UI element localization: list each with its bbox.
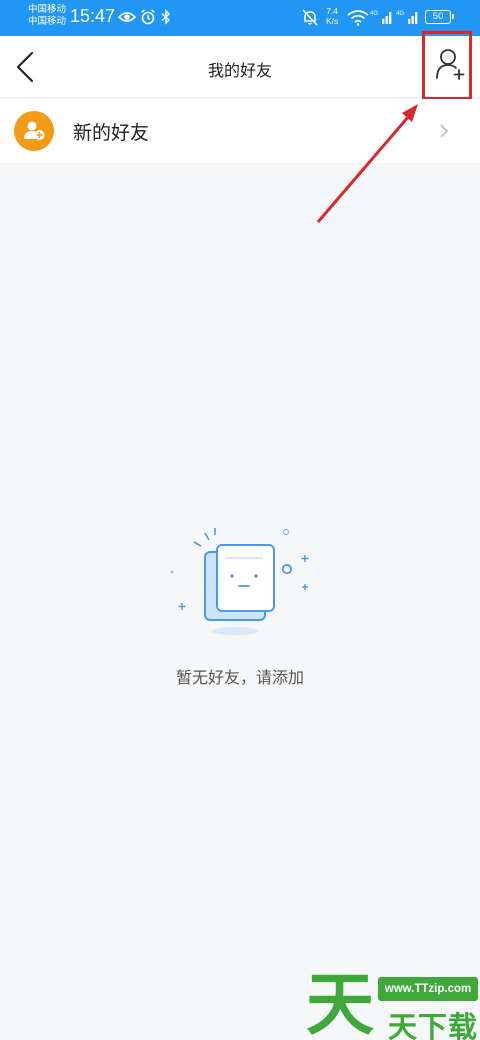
network-speed-value: 7.4 <box>326 6 339 16</box>
carrier-2: 中国移动 <box>28 16 67 27</box>
new-friend-icon <box>14 111 54 151</box>
network-speed: 7.4 K/s <box>326 6 338 26</box>
status-bar: 中国移动 中国移动 15:47 7.4 K/s 4G 4G 50 <box>0 0 480 36</box>
watermark-logo-char: 天 <box>306 966 374 1038</box>
new-friends-item[interactable]: 新的好友 <box>0 99 480 163</box>
new-friends-label: 新的好友 <box>73 122 150 144</box>
add-friend-button[interactable] <box>422 31 472 100</box>
carrier-1: 中国移动 <box>28 4 67 15</box>
battery-icon: 50 <box>425 10 454 24</box>
watermark-url: www.TTzip.com <box>378 977 478 1001</box>
nav-bar: 我的好友 <box>0 31 480 100</box>
bluetooth-icon <box>161 9 171 25</box>
page-title: 我的好友 <box>207 61 272 80</box>
eye-icon <box>118 12 136 22</box>
chevron-right-icon <box>440 124 449 138</box>
wifi-icon <box>347 10 369 26</box>
network-speed-unit: K/s <box>326 16 339 26</box>
carrier-names: 中国移动 中国移动 <box>28 4 66 28</box>
status-time: 15:47 <box>70 6 116 26</box>
mute-icon <box>302 9 318 26</box>
signal-icon-2: 4G <box>396 11 418 24</box>
watermark-text: 天下载 <box>388 1010 479 1040</box>
watermark-logo: 天 <box>306 966 374 1038</box>
empty-state-text: 暂无好友，请添加 <box>175 668 304 687</box>
alarm-icon <box>141 9 155 25</box>
signal1-label: 4G <box>370 11 378 17</box>
signal2-label: 4G <box>396 11 404 17</box>
signal-icon: 4G <box>370 11 392 24</box>
watermark: 天 www.TTzip.com 天下载 <box>304 960 480 1040</box>
empty-list-illustration <box>170 528 309 635</box>
add-friend-icon <box>436 49 465 80</box>
